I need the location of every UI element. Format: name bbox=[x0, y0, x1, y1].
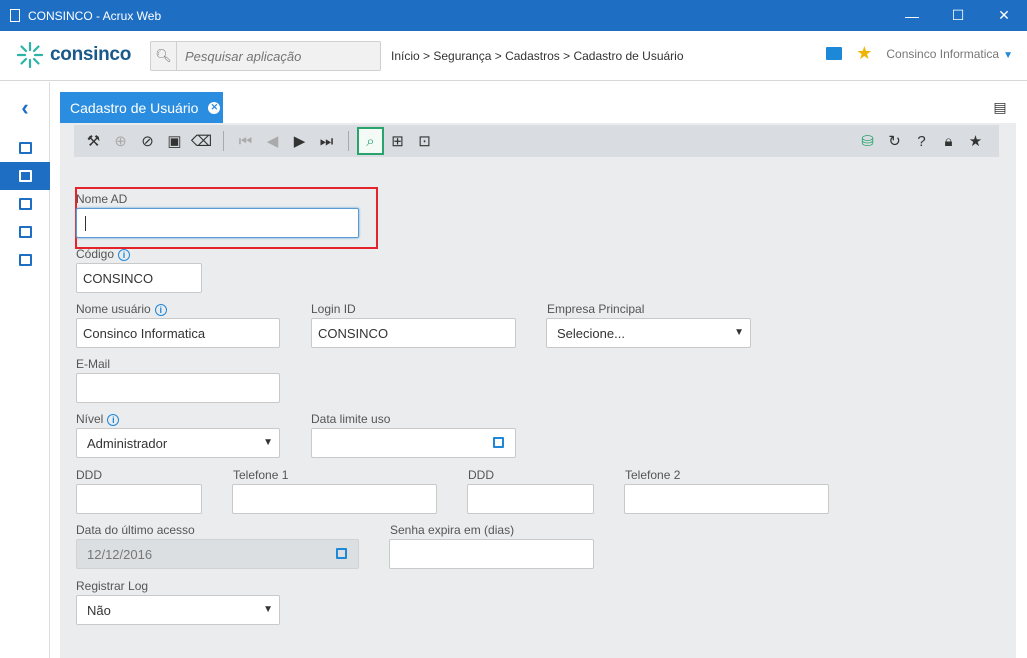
email-label: E-Mail bbox=[76, 357, 111, 371]
senha-expira-input[interactable] bbox=[389, 539, 594, 569]
clipboard-icon bbox=[18, 198, 32, 210]
data-limite-label: Data limite uso bbox=[311, 412, 391, 426]
sql-icon[interactable]: ⛁ bbox=[854, 127, 881, 155]
nome-ad-label: Nome AD bbox=[76, 192, 128, 206]
toolbar: ⚒ ⊕ ⊘ ▣ ⌫ ⏮ ◀ ▶ ⏭ ⌕ ⊞ ⊡ ⛁ ↻ ? 🔒︎ ★ bbox=[74, 125, 999, 157]
info-icon[interactable]: i bbox=[107, 413, 120, 426]
star-icon[interactable]: ★ bbox=[856, 43, 872, 64]
next-record-icon[interactable]: ▶ bbox=[286, 127, 313, 155]
ddd2-label: DDD bbox=[468, 468, 494, 482]
company-name: Consinco Informatica bbox=[886, 46, 1000, 61]
chevron-down-icon: ▼ bbox=[734, 327, 744, 338]
window-title: CONSINCO - Acrux Web bbox=[28, 8, 162, 23]
logo-icon bbox=[16, 41, 44, 69]
logo[interactable]: consinco bbox=[16, 41, 131, 69]
ddd1-label: DDD bbox=[76, 468, 102, 482]
window-controls: — ☐ ✕ bbox=[889, 0, 1027, 31]
cancel-icon[interactable]: ⊘ bbox=[134, 127, 161, 155]
ddd2-input[interactable] bbox=[467, 484, 594, 514]
nome-usuario-input[interactable]: Consinco Informatica bbox=[76, 318, 280, 348]
registrar-log-select[interactable]: Não ▼ bbox=[76, 595, 280, 625]
maximize-button[interactable]: ☐ bbox=[935, 0, 981, 31]
telefone2-label: Telefone 2 bbox=[625, 468, 681, 482]
login-id-label: Login ID bbox=[311, 302, 356, 316]
sidebar: ‹ bbox=[0, 82, 50, 658]
senha-expira-label: Senha expira em (dias) bbox=[390, 523, 515, 537]
search-record-icon[interactable]: ⌕ bbox=[357, 127, 384, 155]
folder-icon[interactable] bbox=[826, 47, 843, 60]
previous-record-icon[interactable]: ◀ bbox=[259, 127, 286, 155]
chevron-left-icon: ‹ bbox=[21, 95, 29, 120]
sidebar-item-table[interactable] bbox=[0, 134, 50, 162]
chevron-down-icon: ▼ bbox=[263, 604, 273, 615]
window-titlebar: CONSINCO - Acrux Web — ☐ ✕ bbox=[0, 0, 1027, 31]
company-selector[interactable]: Consinco Informatica ▼ bbox=[886, 47, 1013, 61]
email-input[interactable] bbox=[76, 373, 280, 403]
info-icon[interactable]: i bbox=[118, 248, 131, 261]
ddd1-input[interactable] bbox=[76, 484, 202, 514]
add-icon[interactable]: ⊕ bbox=[107, 127, 134, 155]
info-icon[interactable]: i bbox=[154, 303, 167, 316]
search-icon[interactable]: 🔍︎ bbox=[151, 42, 177, 70]
tab-label: Cadastro de Usuário bbox=[70, 99, 199, 116]
text-cursor bbox=[85, 215, 86, 231]
close-button[interactable]: ✕ bbox=[981, 0, 1027, 31]
unlock-icon[interactable]: ⊡ bbox=[411, 127, 438, 155]
sidebar-item-clipboard[interactable] bbox=[0, 190, 50, 218]
last-record-icon[interactable]: ⏭ bbox=[313, 127, 340, 155]
empresa-principal-select[interactable]: Selecione... ▼ bbox=[546, 318, 751, 348]
broom-icon[interactable]: ⚒ bbox=[80, 127, 107, 155]
nivel-label: Nível i bbox=[76, 412, 120, 426]
tab-cadastro-usuario[interactable]: Cadastro de Usuário ✕ bbox=[60, 92, 223, 123]
login-id-input[interactable]: CONSINCO bbox=[311, 318, 516, 348]
sidebar-item-grid[interactable] bbox=[0, 218, 50, 246]
nome-usuario-label: Nome usuário i bbox=[76, 302, 167, 316]
ultimo-acesso-input: 12/12/2016 bbox=[76, 539, 359, 569]
chevron-down-icon: ▼ bbox=[263, 437, 273, 448]
document-icon bbox=[10, 9, 20, 22]
toolbar-separator bbox=[348, 131, 349, 151]
close-tab-icon[interactable]: ✕ bbox=[208, 101, 221, 114]
data-limite-input[interactable] bbox=[311, 428, 516, 458]
panel-options-icon[interactable]: ▤ bbox=[985, 92, 1015, 122]
registrar-log-label: Registrar Log bbox=[76, 579, 149, 593]
chevron-down-icon: ▼ bbox=[1003, 49, 1013, 61]
nome-ad-input[interactable] bbox=[76, 208, 359, 238]
codigo-label: Código i bbox=[76, 247, 131, 261]
codigo-input[interactable]: CONSINCO bbox=[76, 263, 202, 293]
sidebar-item-clipboard-active[interactable] bbox=[0, 162, 50, 190]
table-icon bbox=[18, 142, 32, 154]
toolbar-separator bbox=[223, 131, 224, 151]
calendar-icon bbox=[336, 548, 347, 559]
collapse-sidebar-button[interactable]: ‹ bbox=[0, 82, 50, 134]
search-box[interactable]: 🔍︎ bbox=[150, 41, 381, 71]
nivel-select[interactable]: Administrador ▼ bbox=[76, 428, 280, 458]
telefone1-label: Telefone 1 bbox=[233, 468, 289, 482]
grid-icon bbox=[18, 226, 32, 238]
telefone1-input[interactable] bbox=[232, 484, 437, 514]
calendar-icon[interactable] bbox=[493, 437, 504, 448]
lock-icon[interactable]: 🔒︎ bbox=[935, 127, 962, 155]
search-input[interactable] bbox=[177, 48, 367, 64]
trash-icon[interactable]: ⌫ bbox=[188, 127, 215, 155]
save-icon[interactable]: ▣ bbox=[161, 127, 188, 155]
monitor-icon bbox=[18, 254, 32, 266]
clipboard-icon bbox=[18, 170, 32, 182]
app-header: consinco 🔍︎ Início > Segurança > Cadastr… bbox=[0, 31, 1027, 81]
first-record-icon[interactable]: ⏮ bbox=[232, 127, 259, 155]
empresa-principal-label: Empresa Principal bbox=[547, 302, 645, 316]
form-area: ⚒ ⊕ ⊘ ▣ ⌫ ⏮ ◀ ▶ ⏭ ⌕ ⊞ ⊡ ⛁ ↻ ? 🔒︎ ★ Nome … bbox=[60, 123, 1016, 658]
main-content: Cadastro de Usuário ✕ ▤ ⚒ ⊕ ⊘ ▣ ⌫ ⏮ ◀ ▶ … bbox=[51, 82, 1027, 658]
grid-view-icon[interactable]: ⊞ bbox=[384, 127, 411, 155]
refresh-icon[interactable]: ↻ bbox=[881, 127, 908, 155]
breadcrumb: Início > Segurança > Cadastros > Cadastr… bbox=[391, 49, 684, 63]
telefone2-input[interactable] bbox=[624, 484, 829, 514]
sidebar-item-monitor[interactable] bbox=[0, 246, 50, 274]
brand-name: consinco bbox=[50, 44, 132, 65]
minimize-button[interactable]: — bbox=[889, 0, 935, 31]
ultimo-acesso-label: Data do último acesso bbox=[76, 523, 195, 537]
favorite-star-icon[interactable]: ★ bbox=[962, 127, 989, 155]
help-icon[interactable]: ? bbox=[908, 127, 935, 155]
